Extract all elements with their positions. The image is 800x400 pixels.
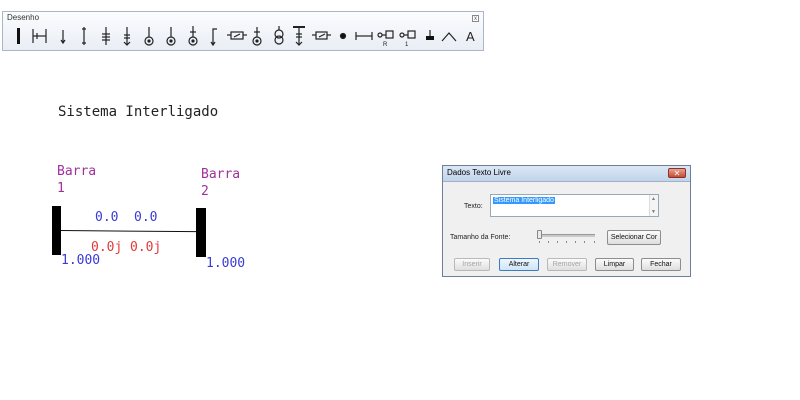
toolbar-title: Desenho	[7, 13, 40, 22]
toolbar-icons: R 1 A	[17, 26, 475, 48]
remove-button[interactable]: Remover	[547, 258, 587, 271]
text-input-value: Sistema Interligado	[493, 197, 555, 204]
shunt-icon[interactable]	[210, 28, 217, 47]
bus2-voltage: 1.000	[206, 256, 246, 271]
insert-button[interactable]: Inserir	[454, 258, 490, 271]
font-size-slider[interactable]	[537, 230, 542, 239]
bus2-bar[interactable]	[196, 208, 206, 257]
line-icon[interactable]	[82, 27, 86, 45]
toolbar-close-icon[interactable]: x	[472, 15, 479, 22]
font-size-label: Tamanho da Fonte:	[450, 234, 511, 241]
switch-icon[interactable]	[227, 31, 247, 40]
measurement-icon[interactable]: R	[377, 30, 394, 48]
diagram-title[interactable]: Sistema Interligado	[58, 104, 218, 120]
font-size-slider-ticks	[539, 241, 595, 243]
relay-icon[interactable]	[252, 27, 262, 46]
bus1-number[interactable]: 1	[57, 181, 65, 196]
active-flow-from: 0.0	[95, 210, 119, 225]
reactive-flow-to: 0.0j	[130, 240, 162, 255]
bus-bar-icon[interactable]	[17, 28, 20, 44]
bus-section-icon[interactable]	[32, 29, 47, 43]
ground-icon[interactable]	[426, 30, 434, 40]
dialog-close-button[interactable]: ✕	[668, 168, 686, 178]
dialog-title: Dados Texto Livre	[447, 168, 511, 177]
active-flow-to: 0.0	[134, 210, 158, 225]
text-input[interactable]: Sistema Interligado ▲ ▼	[490, 194, 659, 217]
node-icon[interactable]	[339, 32, 347, 40]
transformer-icon[interactable]	[102, 27, 110, 45]
reactor-icon[interactable]	[293, 26, 305, 46]
branch-icon[interactable]	[355, 32, 373, 40]
measurement-sublabel: R	[383, 42, 388, 48]
font-size-slider-track[interactable]	[539, 234, 595, 237]
bus1-label[interactable]: Barra	[57, 164, 96, 179]
text-input-scrollbar[interactable]: ▲ ▼	[649, 195, 658, 216]
meter-sublabel: 1	[405, 42, 409, 48]
scroll-down-icon[interactable]: ▼	[651, 209, 656, 215]
source-icon[interactable]	[188, 26, 198, 46]
capacitor-icon[interactable]	[123, 27, 131, 46]
bus1-voltage: 1.000	[61, 253, 101, 268]
dialog-titlebar[interactable]: Dados Texto Livre ✕	[443, 166, 690, 182]
generator-icon[interactable]	[144, 27, 154, 46]
meter-icon[interactable]: 1	[399, 30, 416, 48]
bus2-label[interactable]: Barra	[201, 167, 240, 182]
free-text-dialog: Dados Texto Livre ✕ Texto: Sistema Inter…	[442, 165, 691, 277]
clear-button[interactable]: Limpar	[595, 258, 634, 271]
select-color-button[interactable]: Selecionar Cor	[607, 230, 661, 245]
transmission-line[interactable]	[60, 230, 196, 233]
change-button[interactable]: Alterar	[499, 258, 539, 271]
breaker-icon[interactable]	[312, 31, 331, 40]
scroll-up-icon[interactable]: ▲	[651, 196, 656, 202]
text-label: Texto:	[464, 203, 483, 210]
drawing-toolbar: Desenho x R 1 A	[2, 11, 484, 51]
arc-icon[interactable]	[441, 32, 457, 42]
bus1-bar[interactable]	[52, 206, 61, 255]
text-tool-icon[interactable]: A	[466, 29, 475, 44]
three-winding-icon[interactable]	[274, 26, 284, 45]
motor-icon[interactable]	[166, 27, 176, 46]
bus2-number[interactable]: 2	[201, 184, 209, 199]
close-button[interactable]: Fechar	[641, 258, 681, 271]
load-icon[interactable]	[60, 30, 66, 45]
